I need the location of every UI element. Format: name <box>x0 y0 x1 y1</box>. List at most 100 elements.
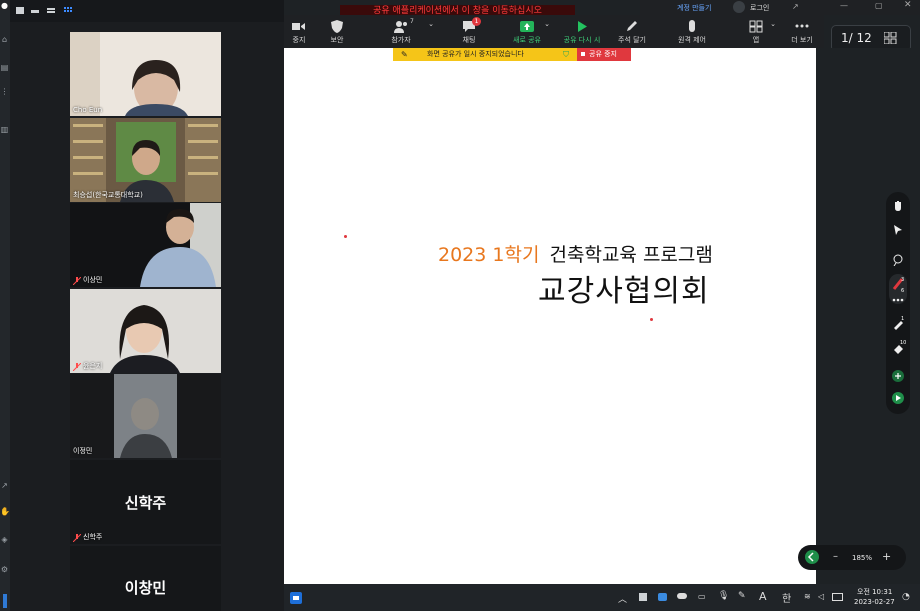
muted-mic-icon <box>73 363 81 371</box>
tray-shield-icon[interactable] <box>658 593 667 601</box>
notification-icon[interactable]: ◔ <box>902 592 910 602</box>
speaker-view-icon[interactable] <box>16 7 24 14</box>
tool-badge: 6 <box>901 288 905 294</box>
windows-taskbar: ︿ ▭ 🎙 ✎ A 한 ≋ ◁ 오전 10:31 2023-02-27 ◔ <box>284 584 920 611</box>
new-share-button[interactable]: 새로 공유 <box>508 15 546 48</box>
resume-share-button[interactable]: 공유 다시 시 <box>559 15 605 48</box>
zoom-level: 185% <box>852 554 873 562</box>
video-tile-active-speaker[interactable]: 이상민 <box>70 203 221 287</box>
slide-title-line1: 2023 1학기 건축학교육 프로그램 <box>438 240 713 267</box>
participant-name: 이상민 <box>83 276 103 284</box>
close-icon[interactable]: ✕ <box>904 0 912 10</box>
user-icon <box>733 1 745 13</box>
apps-button[interactable]: 앱 <box>746 15 766 48</box>
battery-icon[interactable] <box>832 593 843 601</box>
remote-control-icon <box>689 20 695 32</box>
ime-mode[interactable]: A <box>759 590 767 603</box>
expand-window-icon[interactable]: ↗ <box>792 2 799 11</box>
more-button[interactable]: 더 보기 <box>787 15 817 48</box>
active-indicator <box>3 594 7 608</box>
video-tile[interactable]: 최승섭(한국교통대학교) <box>70 118 221 202</box>
collapse-arrow-icon[interactable] <box>805 550 819 564</box>
language-indicator[interactable]: 한 <box>782 590 791 605</box>
name-tile[interactable]: 이창민 <box>70 546 221 611</box>
zoom-logo-icon: ● <box>1 1 8 10</box>
new-share-icon <box>520 21 534 32</box>
spotlight-icon[interactable] <box>892 254 904 266</box>
more-icon <box>795 24 809 28</box>
tool-badge: 3 <box>901 277 905 283</box>
shield-icon <box>331 20 343 33</box>
window-title-bar: 계정 만들기 로그인 ↗ — ▢ ✕ <box>640 0 920 15</box>
home-icon[interactable]: ⌂ <box>0 36 9 44</box>
video-tile[interactable]: 윤은지 <box>70 289 221 373</box>
clock-date[interactable]: 2023-02-27 <box>854 598 895 606</box>
docs-icon[interactable]: ▥ <box>0 126 9 134</box>
calendar-icon[interactable]: ▤ <box>0 64 9 72</box>
hand-icon[interactable]: ✋ <box>0 508 10 516</box>
participant-name: 최승섭(한국교통대학교) <box>73 191 143 199</box>
microphone-icon[interactable]: 🎙 <box>718 591 729 601</box>
stop-video-button[interactable]: 중지 <box>284 15 314 48</box>
chat-button[interactable]: 채팅 1 <box>454 15 484 48</box>
stop-square-icon <box>581 52 585 56</box>
tool-badge: 1 <box>901 316 905 322</box>
more-dots-icon[interactable]: ⋮ <box>0 88 9 96</box>
select-arrow-icon[interactable] <box>892 224 904 236</box>
apps-icon <box>749 20 763 33</box>
participant-video <box>70 32 221 116</box>
tray-app-icon[interactable] <box>639 593 647 601</box>
share-paused-banner: ✎ 화면 공유가 일시 중지되었습니다 ⛉ <box>393 48 577 61</box>
video-tile[interactable]: Cho Eun <box>70 32 221 116</box>
minimize-strip-icon[interactable] <box>31 7 39 14</box>
chat-badge: 1 <box>472 17 481 26</box>
thumbnail-grid-icon[interactable] <box>884 32 897 44</box>
hand-tool-icon[interactable] <box>892 200 904 212</box>
clock-time[interactable]: 오전 10:31 <box>857 587 892 597</box>
zoom-in-button[interactable]: + <box>882 550 891 563</box>
remote-control-button[interactable]: 원격 제어 <box>674 15 710 48</box>
cast-icon[interactable]: ▭ <box>698 592 706 601</box>
annotation-toolbar: 3 6 1 10 <box>886 192 910 414</box>
participant-name: 신학주 <box>83 533 103 541</box>
volume-icon[interactable]: ◁ <box>818 592 824 601</box>
stop-share-label: 공유 중지 <box>589 50 617 58</box>
settings-gear-icon[interactable]: ⚙ <box>0 566 9 574</box>
onedrive-cloud-icon[interactable] <box>677 593 687 599</box>
share-menu-chevron[interactable]: ⌄ <box>542 15 552 48</box>
resume-share-icon <box>578 21 587 32</box>
apps-menu-chevron[interactable]: ⌄ <box>768 15 778 48</box>
video-stop-icon <box>292 23 305 30</box>
share-paused-text: 화면 공유가 일시 중지되었습니다 <box>427 50 524 58</box>
annotate-button[interactable]: 주석 달기 <box>614 15 650 48</box>
grid-view-icon[interactable] <box>64 7 72 14</box>
pause-icon: ✎ <box>401 50 408 59</box>
security-button[interactable]: 보안 <box>322 15 352 48</box>
more-tools-icon[interactable] <box>892 294 904 306</box>
add-color-icon[interactable] <box>892 370 904 382</box>
participant-display-name: 이창민 <box>124 579 167 597</box>
slide-title-line2: 교강사협의회 <box>538 274 710 309</box>
video-tile[interactable]: 이정민 <box>70 374 221 458</box>
expand-icon[interactable]: ↗ <box>0 482 9 490</box>
wifi-icon[interactable]: ≋ <box>804 592 811 601</box>
pen-menu-icon[interactable]: ✎ <box>738 591 746 601</box>
participants-icon <box>394 21 407 33</box>
login-link[interactable]: 로그인 <box>750 3 769 13</box>
maximize-icon[interactable]: ▢ <box>875 1 883 10</box>
muted-mic-icon <box>73 277 81 285</box>
minimize-icon[interactable]: — <box>840 1 848 10</box>
zoom-out-button[interactable]: – <box>833 551 838 562</box>
save-annotation-icon[interactable] <box>892 392 904 404</box>
participants-button[interactable]: 참가자 7 <box>384 15 418 48</box>
create-account-link[interactable]: 계정 만들기 <box>677 3 711 13</box>
show-hidden-icons-chevron[interactable]: ︿ <box>618 592 627 605</box>
name-tile[interactable]: 신학주 신학주 <box>70 460 221 544</box>
participant-count: 7 <box>410 18 414 25</box>
participants-menu-chevron[interactable]: ⌄ <box>426 15 436 48</box>
apps-strip-icon[interactable]: ◈ <box>0 536 9 544</box>
zoom-app-taskbar-icon[interactable] <box>290 592 302 604</box>
stop-share-button[interactable]: 공유 중지 <box>577 48 631 61</box>
gallery-window-controls <box>10 0 284 22</box>
strip-view-icon[interactable] <box>47 7 55 14</box>
